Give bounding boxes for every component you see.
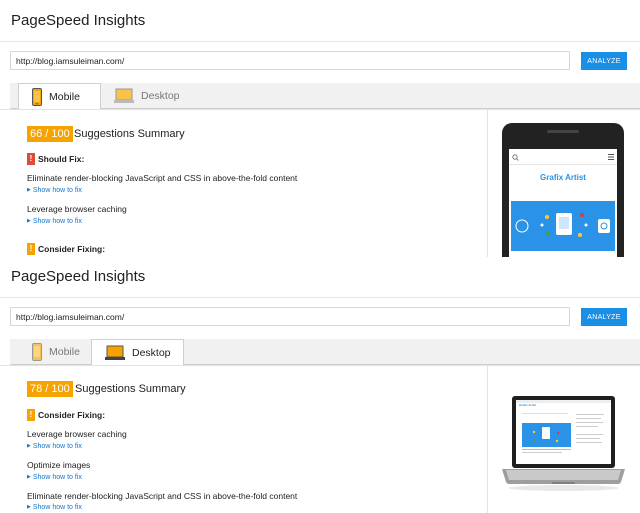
show-how-to-fix-link[interactable]: ▶ Show how to fix <box>27 187 82 194</box>
tab-label: Mobile <box>49 346 80 358</box>
desktop-icon <box>105 345 125 361</box>
consider-fixing-icon: ! <box>27 243 35 255</box>
tab-label: Mobile <box>49 90 80 103</box>
show-how-to-fix-link[interactable]: ▶ Show how to fix <box>27 218 82 225</box>
preview-divider <box>487 109 488 257</box>
mobile-icon <box>32 87 42 106</box>
rule-title: Eliminate render-blocking JavaScript and… <box>27 491 298 501</box>
score-badge: 66 / 100 <box>27 126 73 142</box>
device-tabs: Mobile Desktop <box>10 83 640 110</box>
desktop-icon <box>114 88 134 104</box>
laptop-preview: Grafix Artist <box>500 396 627 494</box>
tab-desktop[interactable]: Desktop <box>91 339 184 366</box>
tab-label: Desktop <box>141 90 180 102</box>
triangle-right-icon: ▶ <box>27 218 31 224</box>
triangle-right-icon: ▶ <box>27 443 31 449</box>
phone-preview: Grafix Artist <box>502 123 624 257</box>
preview-site-title: Grafix Artist <box>540 173 586 182</box>
should-fix-heading: Should Fix: <box>38 154 85 164</box>
title-divider <box>0 41 640 42</box>
triangle-right-icon: ▶ <box>27 187 31 193</box>
title-divider <box>0 297 640 298</box>
url-input[interactable] <box>10 307 570 326</box>
tab-label: Desktop <box>132 346 171 359</box>
analyze-button[interactable]: ANALYZE <box>581 52 627 70</box>
content-divider <box>0 109 640 110</box>
should-fix-icon: ! <box>27 153 35 165</box>
pagespeed-panel-mobile: PageSpeed Insights ANALYZE Mobile Deskto… <box>0 0 640 257</box>
score-badge: 78 / 100 <box>27 381 73 397</box>
show-how-to-fix-link[interactable]: ▶ Show how to fix <box>27 474 82 481</box>
rule-title: Eliminate render-blocking JavaScript and… <box>27 173 298 183</box>
preview-divider <box>487 365 488 513</box>
show-how-to-fix-link[interactable]: ▶ Show how to fix <box>27 504 82 511</box>
analyze-button[interactable]: ANALYZE <box>581 308 627 326</box>
triangle-right-icon: ▶ <box>27 474 31 480</box>
consider-fixing-icon: ! <box>27 409 35 421</box>
url-input[interactable] <box>10 51 570 70</box>
pagespeed-panel-desktop: PageSpeed Insights ANALYZE Mobile Deskto… <box>0 257 640 513</box>
consider-fixing-heading: Consider Fixing: <box>38 410 106 420</box>
summary-title: Suggestions Summary <box>74 128 185 140</box>
summary-title: Suggestions Summary <box>75 383 186 395</box>
mobile-icon <box>32 343 42 361</box>
tab-desktop[interactable]: Desktop <box>104 83 194 109</box>
preview-site-title: Grafix Artist <box>519 403 537 407</box>
consider-fixing-heading: Consider Fixing: <box>38 244 106 254</box>
page-title: PageSpeed Insights <box>11 268 146 285</box>
rule-title: Leverage browser caching <box>27 204 127 214</box>
rule-title: Leverage browser caching <box>27 429 127 439</box>
content-divider <box>0 365 640 366</box>
device-tabs: Mobile Desktop <box>10 339 640 366</box>
tab-mobile[interactable]: Mobile <box>18 83 101 110</box>
page-title: PageSpeed Insights <box>11 12 146 29</box>
rule-title: Optimize images <box>27 460 91 470</box>
tab-mobile[interactable]: Mobile <box>18 339 101 365</box>
show-how-to-fix-link[interactable]: ▶ Show how to fix <box>27 443 82 450</box>
triangle-right-icon: ▶ <box>27 504 31 510</box>
